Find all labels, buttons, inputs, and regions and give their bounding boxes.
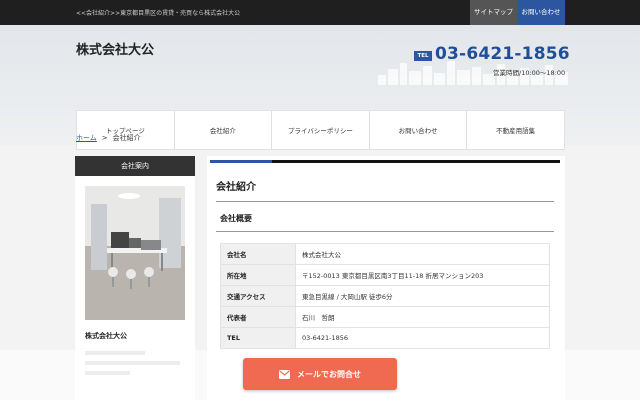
breadcrumb: ホーム > 会社紹介 bbox=[76, 133, 141, 143]
row-value: 石川 哲朗 bbox=[295, 306, 550, 328]
breadcrumb-home-link[interactable]: ホーム bbox=[76, 134, 97, 142]
sidebar-company-name: 株式会社大公 bbox=[85, 332, 127, 340]
table-row: 所在地 〒152-0013 東京都目黒区南3丁目11-18 折居マンション203 bbox=[220, 264, 550, 286]
nav-item-contact[interactable]: お問い合わせ bbox=[370, 111, 468, 149]
nav-item-privacy[interactable]: プライバシーポリシー bbox=[272, 111, 370, 149]
nav-item-top[interactable]: トップページ bbox=[77, 111, 175, 149]
envelope-icon bbox=[279, 369, 290, 379]
nav-item-company[interactable]: 会社紹介 bbox=[175, 111, 273, 149]
phone-number[interactable]: 03-6421-1856 bbox=[435, 44, 570, 64]
breadcrumb-separator: > bbox=[101, 134, 108, 142]
mail-contact-button[interactable]: メールでお問合せ bbox=[243, 358, 397, 390]
phone-block: TEL 03-6421-1856 bbox=[414, 44, 570, 66]
table-row: TEL 03-6421-1856 bbox=[220, 327, 550, 349]
row-value: 東急目黒線 / 大岡山駅 徒歩6分 bbox=[295, 285, 550, 307]
business-hours: 営業時間/10:00～18:00 bbox=[493, 69, 566, 77]
row-key: 会社名 bbox=[220, 243, 296, 265]
table-row: 会社名 株式会社大公 bbox=[220, 243, 550, 265]
row-value: 株式会社大公 bbox=[295, 243, 550, 265]
global-nav: トップページ 会社紹介 プライバシーポリシー お問い合わせ 不動産用語集 bbox=[76, 110, 565, 150]
breadcrumb-current: 会社紹介 bbox=[112, 134, 141, 142]
section-divider bbox=[216, 231, 554, 232]
top-contact-button[interactable]: お問い合わせ bbox=[517, 0, 565, 25]
site-logo[interactable]: 株式会社大公 bbox=[76, 39, 154, 58]
nav-item-glossary[interactable]: 不動産用語集 bbox=[467, 111, 564, 149]
main-top-bar bbox=[210, 160, 560, 163]
row-key: TEL bbox=[220, 327, 296, 349]
section-title: 会社概要 bbox=[220, 214, 252, 223]
mail-contact-label: メールでお問合せ bbox=[297, 369, 361, 379]
tel-badge: TEL bbox=[414, 51, 432, 61]
office-photo bbox=[85, 186, 185, 320]
site-tagline: <<会社紹介>>東京都目黒区の賃貸・売買なら株式会社大公 bbox=[76, 10, 241, 17]
company-info-table: 会社名 株式会社大公 所在地 〒152-0013 東京都目黒区南3丁目11-18… bbox=[220, 243, 550, 349]
row-value: 〒152-0013 東京都目黒区南3丁目11-18 折居マンション203 bbox=[295, 264, 550, 286]
page-title: 会社紹介 bbox=[216, 182, 256, 193]
table-row: 代表者 石川 哲朗 bbox=[220, 306, 550, 328]
sitemap-button[interactable]: サイトマップ bbox=[470, 0, 517, 25]
row-key: 代表者 bbox=[220, 306, 296, 328]
sidebar-heading: 会社案内 bbox=[75, 156, 195, 176]
title-divider bbox=[216, 201, 554, 202]
top-bar: <<会社紹介>>東京都目黒区の賃貸・売買なら株式会社大公 サイトマップ お問い合… bbox=[0, 0, 640, 25]
row-value[interactable]: 03-6421-1856 bbox=[295, 327, 550, 349]
row-key: 交通アクセス bbox=[220, 285, 296, 307]
header: 株式会社大公 TEL 03-6421-1856 営業時間/10:00～18:00… bbox=[0, 25, 640, 150]
row-key: 所在地 bbox=[220, 264, 296, 286]
table-row: 交通アクセス 東急目黒線 / 大岡山駅 徒歩6分 bbox=[220, 285, 550, 307]
